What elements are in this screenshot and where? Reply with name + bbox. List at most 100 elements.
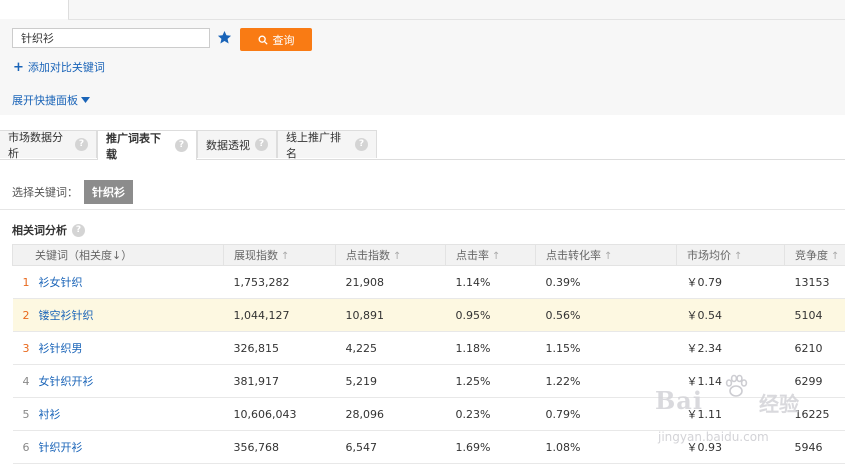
top-tab[interactable] bbox=[0, 0, 69, 20]
ctr-cell: 0.95% bbox=[446, 299, 536, 332]
table-row[interactable]: 5衬衫 10,606,043 28,096 0.23% 0.79% ￥1.11 … bbox=[13, 398, 845, 431]
expand-quick-panel-label: 展开快捷面板 bbox=[12, 92, 78, 108]
price-cell: ￥0.54 bbox=[677, 299, 785, 332]
cvr-cell: 0.39% bbox=[536, 266, 677, 299]
cvr-cell: 1.22% bbox=[536, 365, 677, 398]
help-icon[interactable]: ? bbox=[255, 138, 268, 151]
keyword-link[interactable]: 衫针织男 bbox=[39, 342, 83, 355]
search-icon bbox=[258, 35, 268, 45]
section-title: 相关词分析 ? bbox=[12, 222, 85, 238]
column-header-price[interactable]: 市场均价↑ bbox=[677, 245, 785, 266]
impression-cell: 381,917 bbox=[224, 365, 336, 398]
sort-up-icon[interactable]: ↑ bbox=[604, 251, 612, 262]
table-row[interactable]: 4女针织开衫 381,917 5,219 1.25% 1.22% ￥1.14 6… bbox=[13, 365, 845, 398]
select-keyword-label: 选择关键词： bbox=[12, 184, 78, 200]
search-panel: 查询 + 添加对比关键词 展开快捷面板 bbox=[0, 0, 845, 115]
table-row[interactable]: 2镂空衫针织 1,044,127 10,891 0.95% 0.56% ￥0.5… bbox=[13, 299, 845, 332]
cvr-cell: 0.79% bbox=[536, 398, 677, 431]
keyword-link[interactable]: 针织开衫 bbox=[39, 441, 83, 454]
help-icon[interactable]: ? bbox=[175, 139, 188, 152]
triangle-down-icon bbox=[81, 97, 90, 103]
table-row[interactable]: 1衫女针织 1,753,282 21,908 1.14% 0.39% ￥0.79… bbox=[13, 266, 845, 299]
rank-number: 2 bbox=[23, 309, 39, 322]
keyword-input[interactable] bbox=[12, 28, 210, 48]
star-icon[interactable] bbox=[217, 30, 232, 45]
expand-quick-panel-link[interactable]: 展开快捷面板 bbox=[12, 92, 90, 108]
keyword-link[interactable]: 女针织开衫 bbox=[39, 375, 94, 388]
tab-keyword-download[interactable]: 推广词表下载 ? bbox=[97, 130, 197, 160]
cvr-cell: 0.56% bbox=[536, 299, 677, 332]
sort-up-icon[interactable]: ↑ bbox=[831, 251, 839, 262]
tab-label: 市场数据分析 bbox=[8, 129, 70, 161]
cvr-cell: 1.15% bbox=[536, 332, 677, 365]
query-button-label: 查询 bbox=[273, 32, 295, 48]
clicks-cell: 28,096 bbox=[336, 398, 446, 431]
keyword-selector: 选择关键词： 针织衫 bbox=[12, 180, 133, 204]
price-cell: ￥0.79 bbox=[677, 266, 785, 299]
competition-cell: 6299 bbox=[785, 365, 845, 398]
tab-label: 数据透视 bbox=[206, 137, 250, 153]
sort-up-icon[interactable]: ↑ bbox=[281, 251, 289, 262]
column-header-competition[interactable]: 竞争度↑ bbox=[785, 245, 845, 266]
divider bbox=[0, 209, 845, 210]
ctr-cell: 0.23% bbox=[446, 398, 536, 431]
impression-cell: 10,606,043 bbox=[224, 398, 336, 431]
section-title-label: 相关词分析 bbox=[12, 222, 67, 238]
help-icon[interactable]: ? bbox=[75, 138, 88, 151]
tab-market-analysis[interactable]: 市场数据分析 ? bbox=[0, 130, 97, 158]
tab-data-pivot[interactable]: 数据透视 ? bbox=[197, 130, 277, 158]
competition-cell: 5946 bbox=[785, 431, 845, 464]
sort-up-icon[interactable]: ↑ bbox=[393, 251, 401, 262]
rank-number: 5 bbox=[23, 408, 39, 421]
cvr-cell: 1.08% bbox=[536, 431, 677, 464]
tab-label: 推广词表下载 bbox=[106, 130, 170, 162]
related-keywords-table: 关键词（相关度↓） 展现指数↑ 点击指数↑ 点击率↑ 点击转化率↑ 市场均价↑ … bbox=[12, 244, 845, 464]
plus-icon: + bbox=[13, 62, 24, 73]
ctr-cell: 1.25% bbox=[446, 365, 536, 398]
price-cell: ￥0.93 bbox=[677, 431, 785, 464]
divider bbox=[68, 19, 845, 20]
column-header-clicks[interactable]: 点击指数↑ bbox=[336, 245, 446, 266]
impression-cell: 356,768 bbox=[224, 431, 336, 464]
clicks-cell: 5,219 bbox=[336, 365, 446, 398]
table-row[interactable]: 3衫针织男 326,815 4,225 1.18% 1.15% ￥2.34 62… bbox=[13, 332, 845, 365]
competition-cell: 16225 bbox=[785, 398, 845, 431]
help-icon[interactable]: ? bbox=[355, 138, 368, 151]
price-cell: ￥2.34 bbox=[677, 332, 785, 365]
column-header-ctr[interactable]: 点击率↑ bbox=[446, 245, 536, 266]
add-compare-keyword-link[interactable]: + 添加对比关键词 bbox=[13, 59, 105, 75]
tab-online-ranking[interactable]: 线上推广排名 ? bbox=[277, 130, 377, 158]
clicks-cell: 10,891 bbox=[336, 299, 446, 332]
clicks-cell: 6,547 bbox=[336, 431, 446, 464]
ctr-cell: 1.18% bbox=[446, 332, 536, 365]
rank-number: 6 bbox=[23, 441, 39, 454]
tab-label: 线上推广排名 bbox=[286, 129, 350, 161]
column-header-cvr[interactable]: 点击转化率↑ bbox=[536, 245, 677, 266]
keyword-link[interactable]: 衫女针织 bbox=[39, 276, 83, 289]
impression-cell: 1,044,127 bbox=[224, 299, 336, 332]
competition-cell: 5104 bbox=[785, 299, 845, 332]
query-button[interactable]: 查询 bbox=[240, 28, 312, 51]
ctr-cell: 1.69% bbox=[446, 431, 536, 464]
price-cell: ￥1.11 bbox=[677, 398, 785, 431]
selected-keyword-chip[interactable]: 针织衫 bbox=[84, 180, 133, 204]
keyword-link[interactable]: 镂空衫针织 bbox=[39, 309, 94, 322]
column-header-keyword[interactable]: 关键词（相关度↓） bbox=[13, 245, 224, 266]
clicks-cell: 21,908 bbox=[336, 266, 446, 299]
competition-cell: 6210 bbox=[785, 332, 845, 365]
rank-number: 4 bbox=[23, 375, 39, 388]
clicks-cell: 4,225 bbox=[336, 332, 446, 365]
table-row[interactable]: 6针织开衫 356,768 6,547 1.69% 1.08% ￥0.93 59… bbox=[13, 431, 845, 464]
sort-up-icon[interactable]: ↑ bbox=[734, 251, 742, 262]
table-header-row: 关键词（相关度↓） 展现指数↑ 点击指数↑ 点击率↑ 点击转化率↑ 市场均价↑ … bbox=[13, 245, 845, 266]
add-compare-keyword-label: 添加对比关键词 bbox=[28, 59, 105, 75]
impression-cell: 1,753,282 bbox=[224, 266, 336, 299]
rank-number: 1 bbox=[23, 276, 39, 289]
keyword-link[interactable]: 衬衫 bbox=[39, 408, 61, 421]
column-header-impression[interactable]: 展现指数↑ bbox=[224, 245, 336, 266]
impression-cell: 326,815 bbox=[224, 332, 336, 365]
sort-up-icon[interactable]: ↑ bbox=[492, 251, 500, 262]
help-icon[interactable]: ? bbox=[72, 224, 85, 237]
ctr-cell: 1.14% bbox=[446, 266, 536, 299]
price-cell: ￥1.14 bbox=[677, 365, 785, 398]
